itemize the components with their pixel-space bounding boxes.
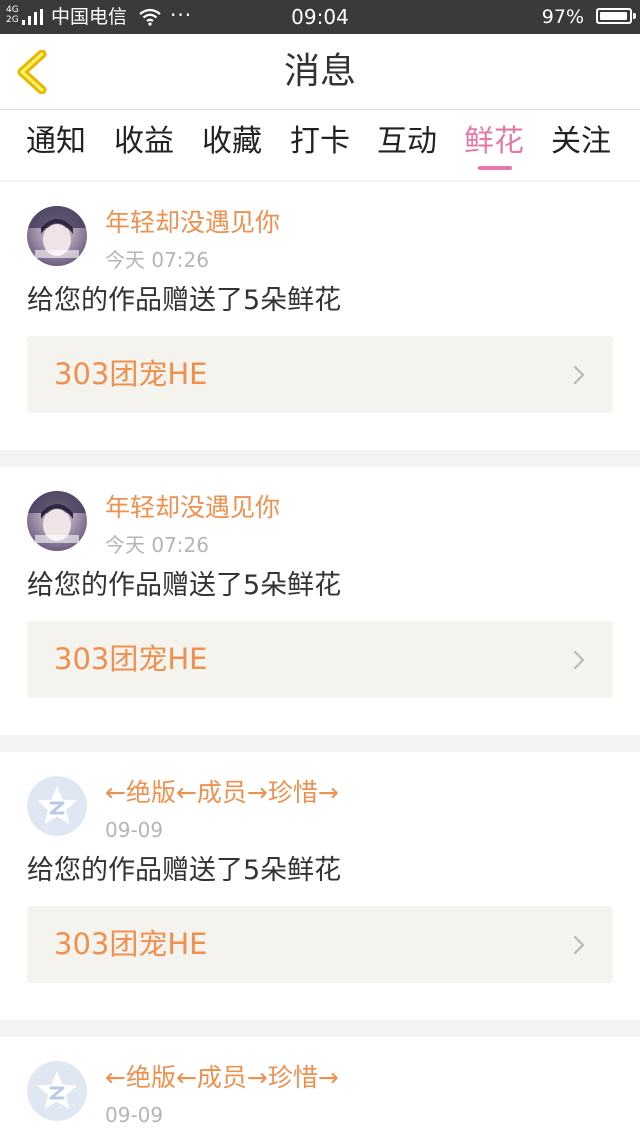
battery-percent: 97% (541, 6, 584, 28)
message-card: 年轻却没遇见你 今天 07:26 给您的作品赠送了5朵鲜花 303团宠HE (0, 467, 640, 735)
avatar[interactable] (27, 776, 87, 836)
tab-checkin[interactable]: 打卡 (290, 124, 350, 160)
page-title: 消息 (283, 51, 356, 92)
work-title: 303团宠HE (54, 357, 208, 391)
status-bar: 4G 2G 中国电信 ··· 09:04 97% (0, 0, 640, 34)
work-link[interactable]: 303团宠HE (27, 621, 613, 698)
message-time: 今天 07:26 (105, 248, 209, 272)
battery-icon (596, 8, 636, 24)
tab-follows[interactable]: 关注 (551, 124, 611, 160)
chevron-right-icon (573, 365, 585, 385)
sender-name[interactable]: ←绝版←成员→珍惜→ (105, 778, 339, 808)
work-link[interactable]: 303团宠HE (27, 336, 613, 413)
tab-interactions[interactable]: 互动 (377, 124, 437, 160)
active-tab-indicator (478, 166, 512, 170)
work-title: 303团宠HE (54, 642, 208, 676)
sender-name[interactable]: 年轻却没遇见你 (105, 493, 280, 523)
sender-name[interactable]: ←绝版←成员→珍惜→ (105, 1063, 339, 1093)
tab-notifications[interactable]: 通知 (26, 124, 86, 160)
tab-earnings[interactable]: 收益 (114, 124, 174, 160)
message-card: ←绝版←成员→珍惜→ 09-09 (0, 1037, 640, 1138)
work-title: 303团宠HE (54, 927, 208, 961)
message-time: 09-09 (105, 1103, 164, 1127)
message-card: 年轻却没遇见你 今天 07:26 给您的作品赠送了5朵鲜花 303团宠HE (0, 182, 640, 450)
work-link[interactable]: 303团宠HE (27, 906, 613, 983)
message-text: 给您的作品赠送了5朵鲜花 (27, 570, 342, 601)
avatar[interactable] (27, 1061, 87, 1121)
message-text: 给您的作品赠送了5朵鲜花 (27, 285, 342, 316)
chevron-right-icon (573, 935, 585, 955)
chevron-right-icon (573, 650, 585, 670)
tab-flowers[interactable]: 鲜花 (464, 124, 524, 160)
message-time: 09-09 (105, 818, 164, 842)
message-text: 给您的作品赠送了5朵鲜花 (27, 855, 342, 886)
tab-favorites[interactable]: 收藏 (202, 124, 262, 160)
avatar[interactable] (27, 206, 87, 266)
avatar[interactable] (27, 491, 87, 551)
message-card: ←绝版←成员→珍惜→ 09-09 给您的作品赠送了5朵鲜花 303团宠HE (0, 752, 640, 1020)
sender-name[interactable]: 年轻却没遇见你 (105, 208, 280, 238)
tab-bar: 通知 收益 收藏 打卡 互动 鲜花 关注 (0, 110, 640, 180)
nav-bar: 消息 (0, 34, 640, 110)
message-time: 今天 07:26 (105, 533, 209, 557)
